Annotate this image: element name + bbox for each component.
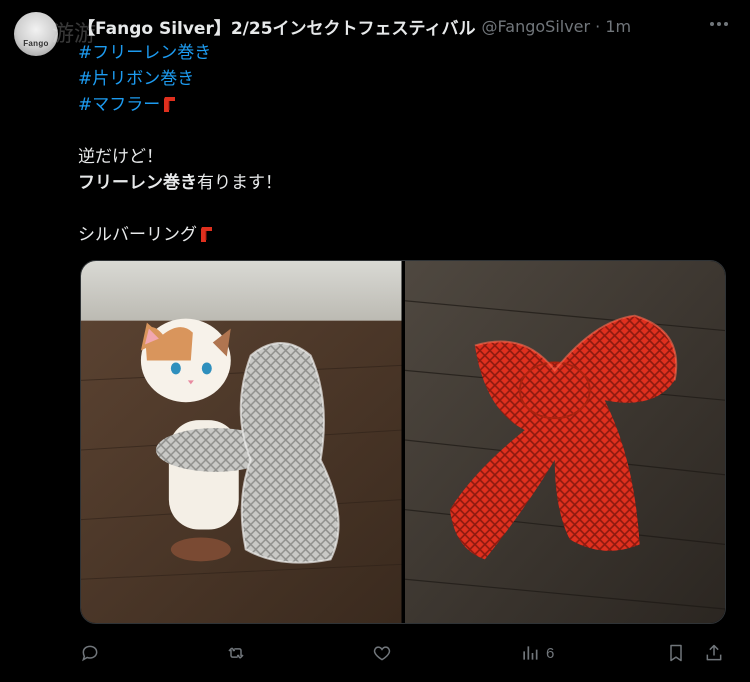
scarf-emoji-icon bbox=[164, 97, 176, 112]
tweet-line-text: シルバーリング bbox=[78, 225, 197, 245]
tweet-line-rest: 有ります！ bbox=[197, 173, 282, 193]
bookmark-button[interactable] bbox=[666, 638, 686, 668]
tweet-header: 【Fango Silver】2/25インセクトフェスティバル @FangoSil… bbox=[78, 14, 632, 39]
tweet-line: シルバーリング bbox=[78, 222, 282, 248]
photo-silver-ring[interactable] bbox=[81, 261, 402, 623]
share-button[interactable] bbox=[704, 638, 724, 668]
like-button[interactable] bbox=[372, 638, 392, 668]
retweet-icon bbox=[228, 647, 244, 659]
hashtag-link-text[interactable]: #マフラー bbox=[78, 95, 160, 115]
hashtag-link[interactable]: #フリーレン巻き bbox=[78, 40, 282, 66]
tweet-text: #フリーレン巻き #片リボン巻き #マフラー 逆だけど！ フリーレン巻き有ります… bbox=[78, 40, 282, 248]
tweet-line: 逆だけど！ bbox=[78, 147, 163, 167]
views-button[interactable]: 6 bbox=[520, 638, 554, 668]
handle-and-time[interactable]: @FangoSilver · 1m bbox=[482, 17, 632, 36]
bold-text: フリーレン巻き bbox=[78, 173, 197, 193]
photo-red-ring[interactable] bbox=[404, 261, 725, 623]
more-options-icon[interactable] bbox=[706, 14, 732, 34]
reply-icon bbox=[82, 645, 98, 662]
share-icon bbox=[706, 644, 722, 661]
media-grid bbox=[80, 260, 726, 624]
tweet-actions: 6 bbox=[0, 638, 750, 668]
hashtag-link: #マフラー bbox=[78, 92, 282, 118]
views-count: 6 bbox=[546, 644, 555, 662]
photo-red-ring-image bbox=[404, 261, 725, 623]
bookmark-icon bbox=[670, 644, 682, 662]
scarf-emoji-icon bbox=[201, 227, 212, 242]
views-icon bbox=[523, 646, 538, 660]
heart-icon bbox=[373, 646, 391, 661]
hashtag-link[interactable]: #片リボン巻き bbox=[78, 66, 282, 92]
retweet-button[interactable] bbox=[226, 638, 246, 668]
tweet-line: フリーレン巻き有ります！ bbox=[78, 170, 282, 196]
photo-silver-ring-image bbox=[81, 261, 402, 623]
reply-button[interactable] bbox=[80, 638, 100, 668]
display-name[interactable]: 【Fango Silver】2/25インセクトフェスティバル bbox=[78, 14, 476, 39]
